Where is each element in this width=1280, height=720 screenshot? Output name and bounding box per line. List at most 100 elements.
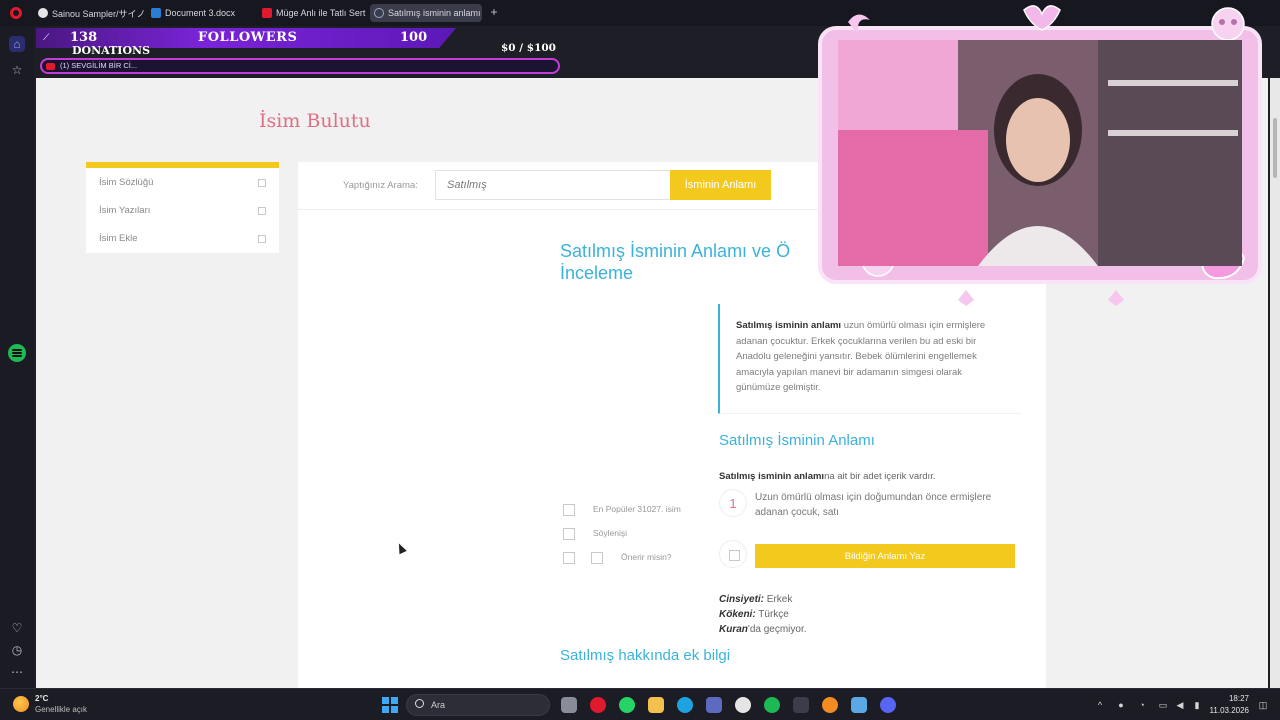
page-title: Satılmış İsminin Anlamı ve Ö İnceleme [560, 241, 791, 283]
popular-checkbox[interactable] [563, 504, 575, 516]
taskbar-search-placeholder: Ara [431, 700, 446, 710]
quran-value: 'da geçmiyor. [747, 624, 807, 635]
youtube-icon [46, 63, 55, 70]
nav-item-isim-yazilari[interactable]: İsim Yazıları [99, 205, 150, 216]
nav-checkbox-icon [258, 179, 266, 187]
new-tab-icon[interactable]: + [488, 6, 500, 18]
word-icon [151, 8, 161, 18]
tab-title: Müge Anlı ile Tatlı Sert | 1 [276, 8, 368, 18]
settings-app-icon[interactable] [851, 697, 867, 713]
origin-line: Kökeni: Türkçe [719, 609, 789, 620]
definition-number: 1 [719, 489, 747, 517]
discord-icon[interactable] [880, 697, 896, 713]
webcam-overlay [808, 4, 1270, 308]
recommend-checkbox-2[interactable] [591, 552, 603, 564]
description-bold: Satılmış isminin anlamı [736, 320, 842, 331]
origin-label: Kökeni: [719, 609, 756, 620]
followers-goal: 100 [400, 30, 428, 45]
definition-text: Uzun ömürlü olması için doğumundan önce … [755, 492, 992, 518]
start-square [382, 706, 389, 713]
browser-sidebar: ⌂ ☆ ♡ ◷ ⋯ [0, 26, 34, 688]
more-icon[interactable]: ⋯ [9, 664, 25, 680]
left-nav: İsim Sözlüğü İsim Yazıları İsim Ekle [86, 162, 279, 253]
tab-youtube[interactable]: Müge Anlı ile Tatlı Sert | 1 [258, 4, 368, 22]
history-icon[interactable]: ◷ [9, 642, 25, 658]
notification-icon[interactable]: ◫ [1258, 700, 1268, 710]
chatgpt-icon[interactable] [735, 697, 751, 713]
pronunciation-label: Söylenişi [593, 528, 628, 538]
display-icon[interactable]: ▭ [1158, 700, 1168, 710]
song-ticker: (1) SEVGİLİM BİR Cİ... [40, 58, 560, 74]
edge-icon[interactable] [677, 697, 693, 713]
quran-line: Kuran'da geçmiyor. [719, 624, 807, 635]
scrollbar-thumb[interactable] [1273, 118, 1277, 178]
file-explorer-icon[interactable] [648, 697, 664, 713]
gender-value: Erkek [764, 594, 793, 605]
volume-icon[interactable]: ◀ [1175, 700, 1185, 710]
ticker-text: (1) SEVGİLİM BİR Cİ... [60, 61, 138, 70]
search-button[interactable]: İsminin Anlamı [670, 170, 771, 200]
tab-satilmis[interactable]: Satılmış isminin anlamı Sa [370, 4, 482, 22]
star-icon[interactable]: ☆ [9, 62, 25, 78]
recommend-label: Önerir misin? [621, 552, 672, 562]
game-icon[interactable] [793, 697, 809, 713]
count-bold: Satılmış isminin anlamı [719, 471, 825, 482]
nav-checkbox-icon [258, 235, 266, 243]
spotify-icon[interactable] [8, 344, 26, 362]
weather-icon[interactable] [13, 696, 29, 712]
content-count: Satılmış isminin anlamına ait bir adet i… [719, 471, 935, 482]
weather-temperature[interactable]: 2°C [35, 694, 48, 703]
donations-amount: $0 / $100 [501, 42, 556, 54]
search-label: Yaptığınız Arama: [343, 180, 418, 191]
opera-icon[interactable] [590, 697, 606, 713]
description-box: Satılmış isminin anlamı uzun ömürlü olma… [718, 304, 1022, 414]
start-square [391, 706, 398, 713]
network-icon[interactable]: ◔ [1137, 700, 1147, 710]
nav-item-isim-ekle[interactable]: İsim Ekle [99, 233, 138, 244]
blender-icon[interactable] [822, 697, 838, 713]
microphone-icon[interactable]: ● [1116, 700, 1126, 710]
page-scrollbar[interactable] [1270, 78, 1280, 688]
spotify-taskbar-icon[interactable] [764, 697, 780, 713]
tab-favicon-icon [38, 8, 48, 18]
followers-current: 138 [70, 30, 98, 45]
tab-title: Satılmış isminin anlamı Sa [388, 8, 482, 18]
heart-icon[interactable]: ♡ [9, 620, 25, 636]
loading-icon [374, 8, 384, 18]
clock-date[interactable]: 11.03.2026 [1210, 706, 1249, 715]
home-icon[interactable]: ⌂ [9, 36, 25, 52]
store-icon[interactable] [706, 697, 722, 713]
quran-label: Kuran [719, 624, 748, 635]
nav-checkbox-icon [258, 207, 266, 215]
weather-description[interactable]: Genellikle açık [35, 705, 87, 714]
donations-label: DONATIONS [72, 44, 151, 57]
webcam-scene [838, 40, 1242, 266]
tab-title: Sainou Sampler/サイノウサ [52, 8, 144, 19]
site-logo[interactable]: İsim Bulutu [259, 110, 371, 132]
taskbar: 2°C Genellikle açık Ara ^ ● ◔ ▭ ◀ ▮ 18:2… [0, 688, 1280, 720]
taskbar-search[interactable]: Ara [406, 694, 550, 716]
opera-logo-icon[interactable] [10, 7, 22, 19]
youtube-icon [262, 8, 272, 18]
tray-chevron-icon[interactable]: ^ [1095, 700, 1105, 710]
start-square [382, 697, 389, 704]
windows-start-icon[interactable] [382, 697, 398, 713]
task-view-icon[interactable] [561, 697, 577, 713]
search-input[interactable] [435, 170, 671, 200]
more-info-heading: Satılmış hakkında ek bilgi [560, 647, 731, 664]
tab-title: Document 3.docx [165, 8, 236, 18]
add-meaning-icon[interactable] [719, 540, 747, 568]
tab-document[interactable]: Document 3.docx [147, 4, 257, 22]
nav-item-isim-sozlugu[interactable]: İsim Sözlüğü [99, 177, 153, 188]
add-meaning-button[interactable]: Bildiğin Anlamı Yaz [755, 544, 1015, 568]
whatsapp-icon[interactable] [619, 697, 635, 713]
pronunciation-checkbox[interactable] [563, 528, 575, 540]
battery-icon[interactable]: ▮ [1192, 700, 1202, 710]
recommend-checkbox[interactable] [563, 552, 575, 564]
start-square [391, 697, 398, 704]
clock-time[interactable]: 18:27 [1229, 694, 1249, 703]
count-text: na ait bir adet içerik vardır. [824, 471, 936, 482]
webcam-video [838, 40, 1242, 266]
origin-value: Türkçe [755, 609, 789, 620]
tab-sainou[interactable]: Sainou Sampler/サイノウサ [34, 4, 144, 22]
